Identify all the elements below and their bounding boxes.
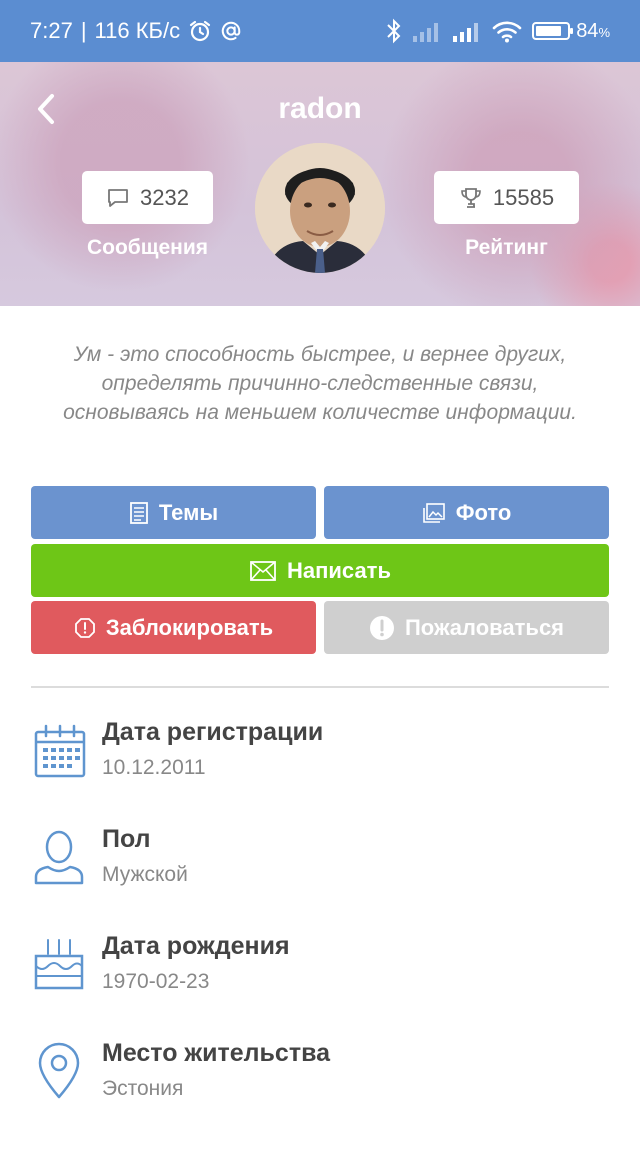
photo-button[interactable]: Фото	[324, 486, 609, 539]
status-speed: 116 КБ/с	[94, 18, 181, 43]
divider	[31, 686, 609, 688]
write-message-button[interactable]: Написать	[31, 544, 609, 597]
block-icon	[74, 617, 95, 638]
profile-quote: Ум - это способность быстрее, и вернее д…	[63, 343, 577, 424]
registration-date-value: 10.12.2011	[102, 756, 206, 779]
person-icon	[30, 825, 90, 889]
write-message-label: Написать	[287, 557, 391, 583]
alarm-icon	[190, 20, 211, 42]
battery-indicator: 84%	[532, 20, 610, 43]
battery-unit: %	[598, 24, 610, 40]
battery-text: 84%	[576, 20, 610, 43]
status-right: 84%	[386, 18, 610, 44]
battery-percent: 84	[576, 19, 599, 42]
topics-button[interactable]: Темы	[31, 486, 316, 539]
topics-label: Темы	[158, 499, 219, 525]
rating-count: 15585	[492, 184, 555, 210]
messages-count-box[interactable]: 3232	[82, 171, 213, 224]
trophy-icon	[461, 187, 481, 208]
exclamation-circle-icon	[369, 615, 394, 640]
block-label: Заблокировать	[105, 614, 274, 640]
registration-date-title: Дата регистрации	[102, 718, 324, 746]
calendar-icon	[30, 718, 90, 782]
rating-count-box[interactable]: 15585	[434, 171, 579, 224]
messages-count: 3232	[140, 184, 189, 210]
wifi-icon	[492, 21, 522, 43]
info-birth-date: Дата рождения 1970-02-23	[30, 932, 610, 1012]
gender-title: Пол	[102, 825, 151, 853]
photo-label: Фото	[455, 499, 512, 525]
birth-date-value: 1970-02-23	[102, 970, 210, 993]
battery-icon	[532, 22, 574, 40]
signal-icon	[453, 23, 479, 42]
document-icon	[129, 501, 148, 524]
message-bubble-icon	[108, 188, 128, 207]
status-bar: 7:27 | 116 КБ/с 84%	[0, 0, 640, 62]
bluetooth-icon	[387, 18, 401, 44]
rating-label: Рейтинг	[465, 236, 548, 259]
avatar	[255, 143, 385, 273]
signal-weak-icon	[413, 23, 439, 42]
messages-label: Сообщения	[86, 236, 209, 259]
image-icon	[422, 502, 445, 523]
birth-date-title: Дата рождения	[102, 932, 290, 960]
envelope-icon	[250, 560, 276, 581]
status-time: 7:27	[30, 18, 73, 43]
location-value: Эстония	[102, 1077, 184, 1100]
username-title: radon	[278, 92, 362, 125]
report-button[interactable]: Пожаловаться	[324, 601, 609, 654]
gender-value: Мужской	[102, 863, 188, 886]
status-separator: |	[80, 18, 87, 43]
at-sign-icon	[221, 21, 241, 41]
battery-level-fill	[536, 26, 562, 36]
report-label: Пожаловаться	[404, 614, 565, 640]
block-button[interactable]: Заблокировать	[31, 601, 316, 654]
location-title: Место жительства	[102, 1039, 331, 1067]
status-left: 7:27 | 116 КБ/с	[30, 18, 242, 44]
info-gender: Пол Мужской	[30, 825, 610, 905]
info-location: Место жительства Эстония	[30, 1039, 610, 1119]
info-registration-date: Дата регистрации 10.12.2011	[30, 718, 610, 798]
profile-header: radon 3232 Сообщения 15585 Рейтинг	[0, 62, 640, 306]
location-pin-icon	[30, 1039, 90, 1103]
cake-icon	[30, 932, 90, 996]
